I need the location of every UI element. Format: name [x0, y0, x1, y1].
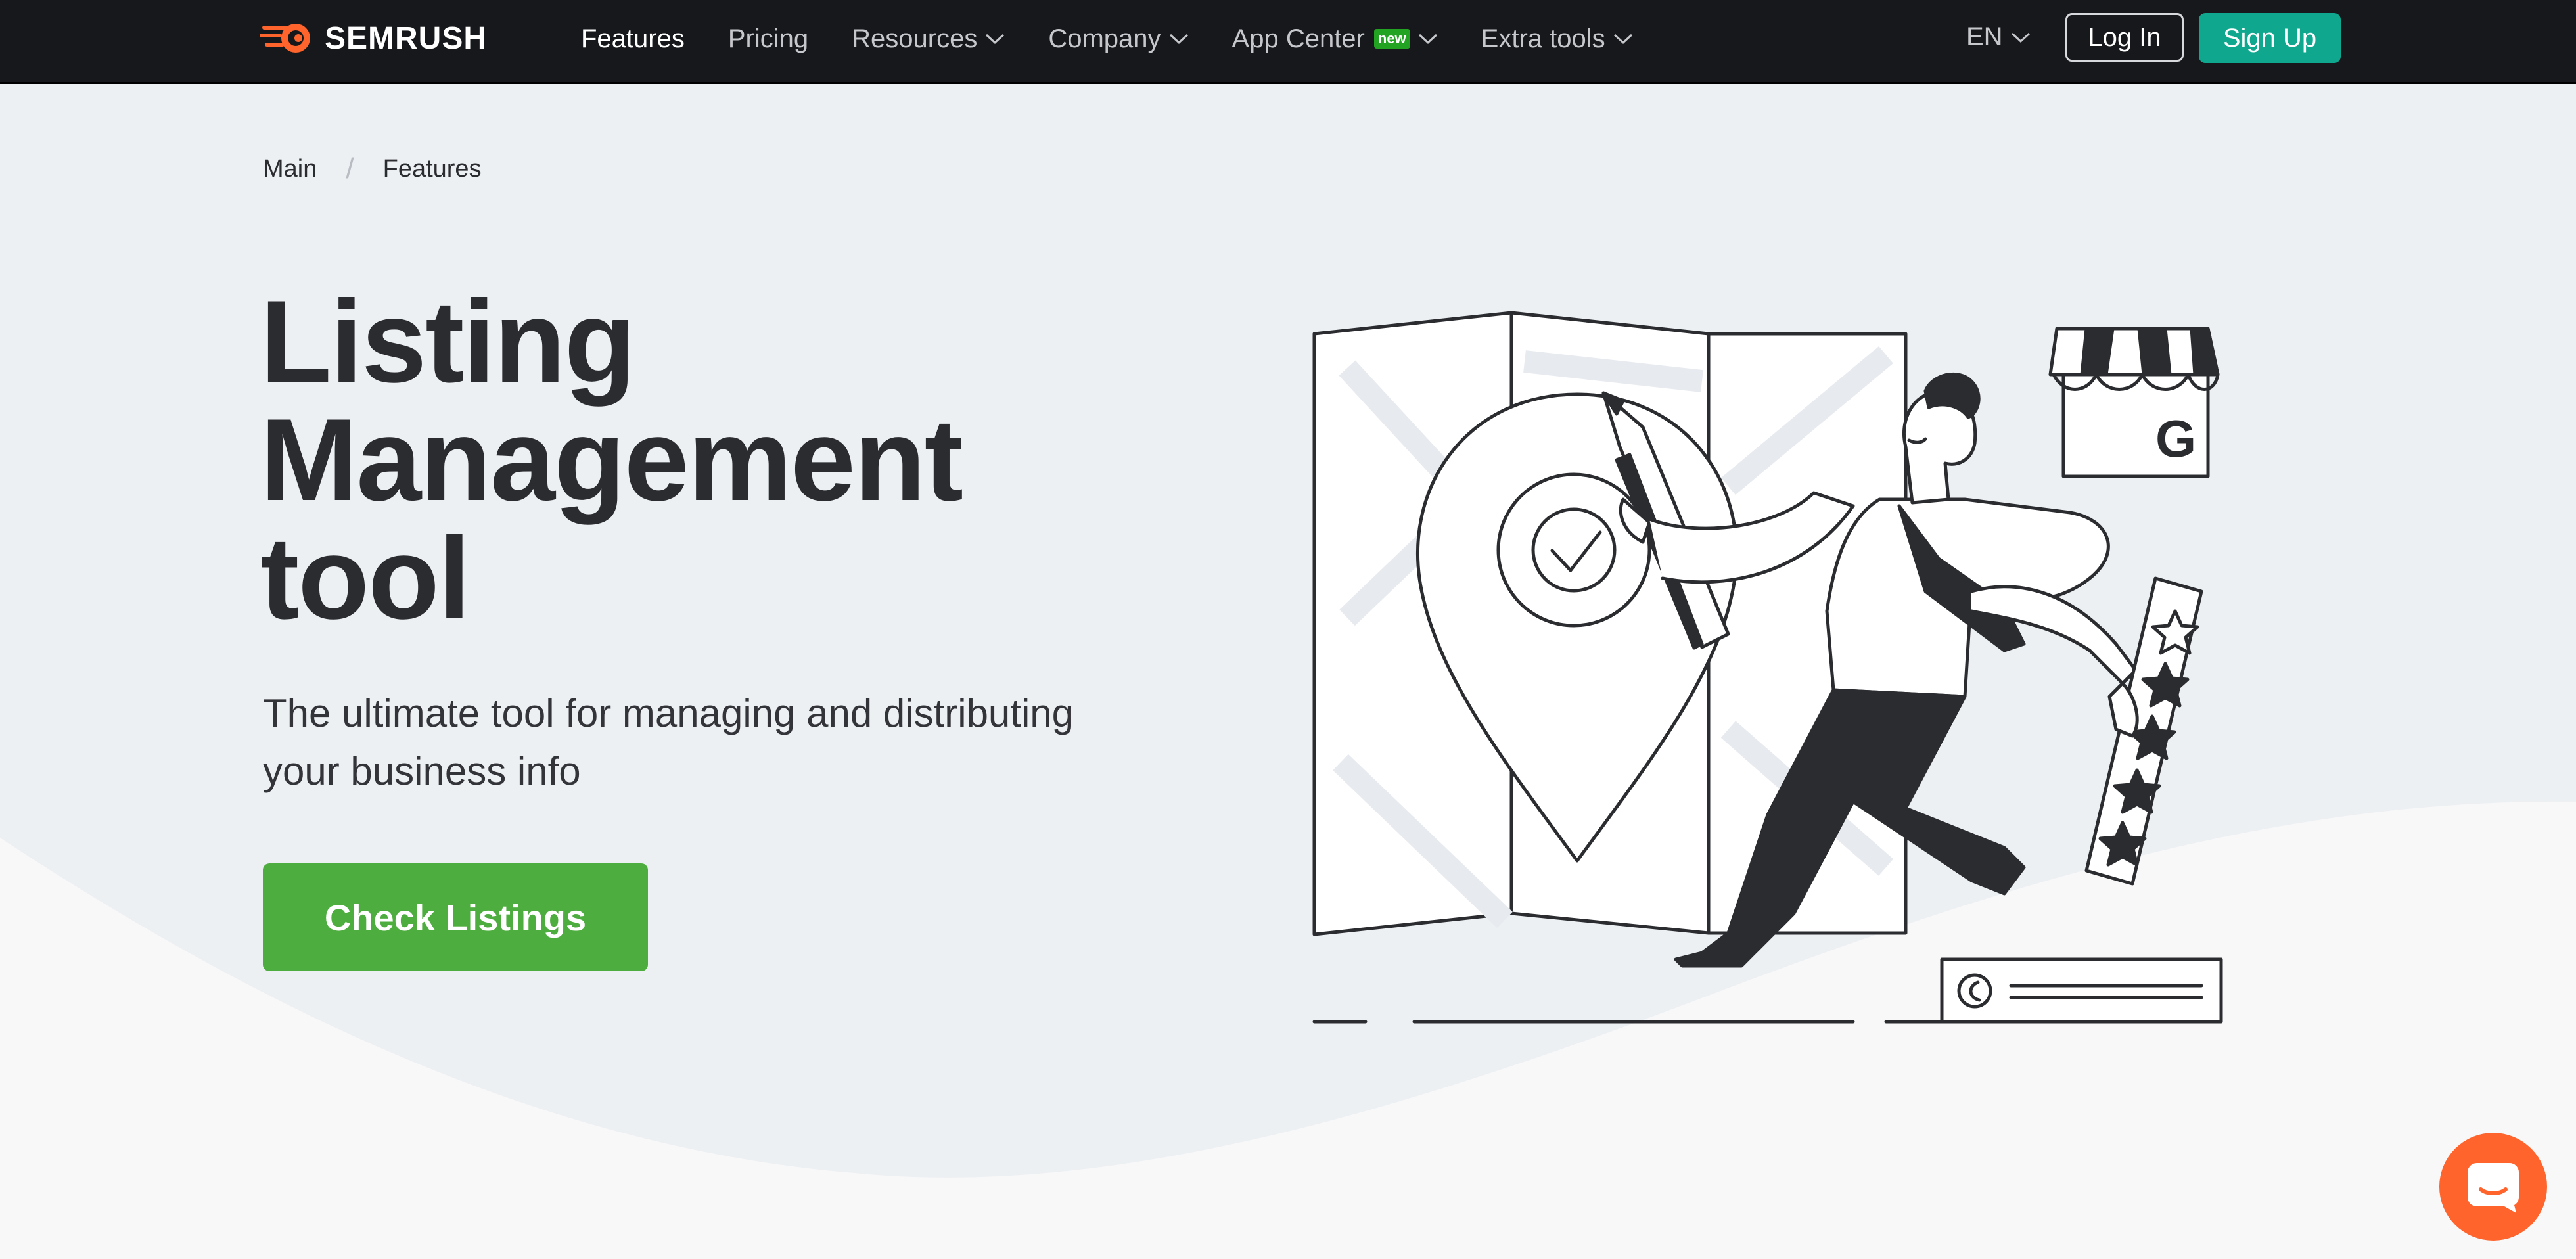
breadcrumb-main-link[interactable]: Main — [263, 155, 317, 183]
breadcrumb-current: Features — [382, 154, 482, 183]
hero-illustration: G — [1312, 311, 2223, 1024]
page: SEMRUSH Features Pricing Resources Compa… — [0, 0, 2576, 1259]
title-line-1: Listing — [260, 276, 635, 407]
chevron-down-icon — [1418, 34, 1437, 45]
nav-features-label: Features — [581, 24, 685, 53]
nav-company[interactable]: Company — [1048, 24, 1188, 54]
semrush-logo-icon — [260, 24, 310, 53]
page-title: Listing Management tool — [260, 283, 963, 637]
chevron-down-icon — [2011, 32, 2030, 43]
top-navigation-bar: SEMRUSH Features Pricing Resources Compa… — [0, 0, 2576, 84]
chevron-down-icon — [1169, 34, 1188, 45]
nav-company-label: Company — [1048, 24, 1161, 53]
main-nav: Features Pricing Resources Company App C… — [581, 0, 1676, 78]
subtitle-line-1: The ultimate tool for managing and distr… — [263, 691, 1074, 735]
nav-features[interactable]: Features — [581, 24, 685, 54]
semrush-logo[interactable]: SEMRUSH — [260, 20, 487, 57]
login-button[interactable]: Log In — [2065, 13, 2184, 62]
brand-name: SEMRUSH — [325, 20, 488, 56]
nav-pricing-label: Pricing — [727, 24, 809, 53]
nav-resources-label: Resources — [852, 24, 978, 53]
nav-app-center[interactable]: App Center new — [1232, 24, 1438, 54]
check-listings-button[interactable]: Check Listings — [263, 863, 648, 971]
language-selector[interactable]: EN — [1966, 22, 2031, 52]
nav-app-center-label: App Center — [1231, 24, 1365, 53]
chat-icon — [2468, 1163, 2519, 1213]
signup-button[interactable]: Sign Up — [2199, 13, 2341, 63]
subtitle-line-2: your business info — [263, 749, 581, 793]
nav-extra-tools[interactable]: Extra tools — [1481, 24, 1633, 54]
breadcrumb-separator: / — [346, 152, 354, 185]
breadcrumb: Main / Features — [263, 152, 482, 185]
new-badge: new — [1373, 29, 1410, 49]
chat-widget-button[interactable] — [2439, 1133, 2547, 1241]
nav-pricing[interactable]: Pricing — [728, 24, 808, 54]
title-line-3: tool — [260, 513, 471, 643]
svg-text:G: G — [2155, 409, 2196, 468]
nav-extra-tools-label: Extra tools — [1481, 24, 1605, 53]
nav-resources[interactable]: Resources — [852, 24, 1005, 54]
language-label: EN — [1966, 22, 2003, 51]
hero-subtitle: The ultimate tool for managing and distr… — [263, 685, 1196, 800]
chevron-down-icon — [1613, 34, 1632, 45]
title-line-2: Management — [260, 394, 963, 525]
chevron-down-icon — [986, 34, 1005, 45]
